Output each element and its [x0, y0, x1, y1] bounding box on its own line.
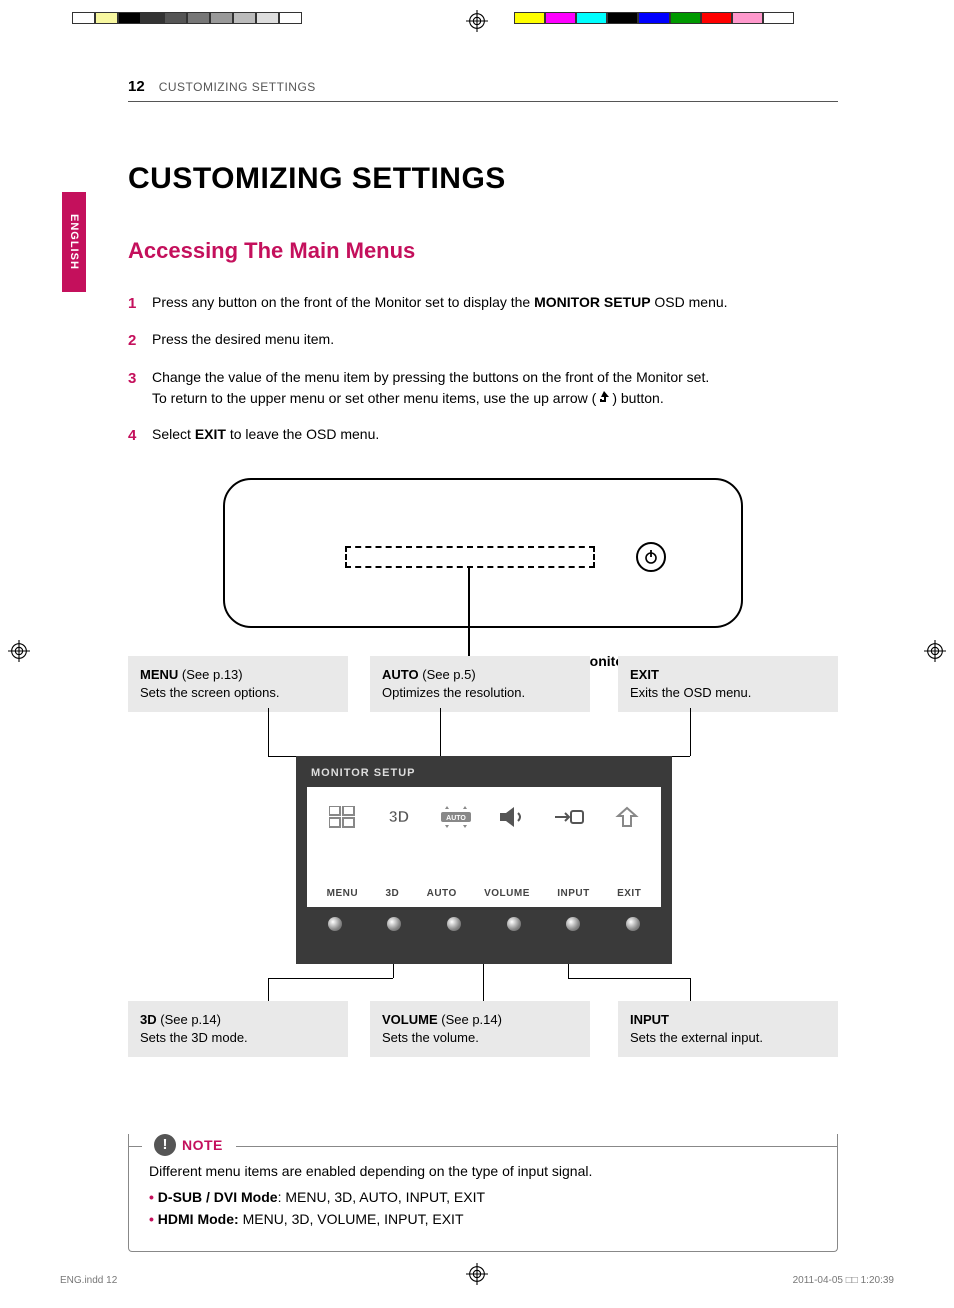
footer-right: 2011-04-05 □□ 1:20:39	[793, 1275, 894, 1286]
osd-physical-buttons	[299, 907, 669, 937]
monitor-buttons-outline	[345, 546, 595, 568]
osd-labels-row: MENU 3D AUTO VOLUME INPUT EXIT	[313, 888, 655, 899]
note-bullet-1: D-SUB / DVI Mode: MENU, 3D, AUTO, INPUT,…	[149, 1186, 817, 1208]
note-bullet-2: HDMI Mode: MENU, 3D, VOLUME, INPUT, EXIT	[149, 1208, 817, 1230]
up-arrow-return-icon	[596, 389, 612, 411]
osd-panel: MONITOR SETUP 3D AUTO MENU 3D AUTO VOLUM…	[296, 756, 672, 964]
registration-mark-icon	[924, 640, 946, 665]
registration-mark-icon	[466, 10, 488, 35]
running-head: 12 CUSTOMIZING SETTINGS	[128, 78, 838, 102]
svg-text:AUTO: AUTO	[446, 815, 466, 822]
monitor-diagram: Monitor set Buttons	[223, 478, 743, 628]
input-icon	[550, 801, 590, 833]
volume-icon	[493, 801, 533, 833]
page-title: CUSTOMIZING SETTINGS	[128, 162, 838, 196]
note-intro: Different menu items are enabled dependi…	[149, 1160, 817, 1182]
page-subtitle: Accessing The Main Menus	[128, 238, 838, 264]
osd-area: MENU (See p.13) Sets the screen options.…	[128, 656, 838, 1116]
menu-icon	[322, 801, 362, 833]
infobox-auto: AUTO (See p.5) Optimizes the resolution.	[370, 656, 590, 712]
3d-icon: 3D	[379, 801, 419, 833]
note-label: NOTE	[182, 1137, 223, 1153]
auto-icon: AUTO	[436, 801, 476, 833]
infobox-exit: EXIT Exits the OSD menu.	[618, 656, 838, 712]
step-2: 2 Press the desired menu item.	[128, 329, 838, 352]
infobox-menu: MENU (See p.13) Sets the screen options.	[128, 656, 348, 712]
exit-icon	[607, 801, 647, 833]
osd-header: MONITOR SETUP	[299, 759, 669, 787]
infobox-3d: 3D (See p.14) Sets the 3D mode.	[128, 1001, 348, 1057]
note-exclamation-icon: !	[154, 1134, 176, 1156]
print-footer: ENG.indd 12 2011-04-05 □□ 1:20:39	[60, 1275, 894, 1286]
section-label: CUSTOMIZING SETTINGS	[159, 80, 316, 94]
steps-list: 1 Press any button on the front of the M…	[128, 292, 838, 448]
infobox-volume: VOLUME (See p.14) Sets the volume.	[370, 1001, 590, 1057]
note-box: ! NOTE Different menu items are enabled …	[128, 1134, 838, 1252]
print-registration-top	[0, 8, 954, 28]
step-1: 1 Press any button on the front of the M…	[128, 292, 838, 315]
step-4: 4 Select EXIT to leave the OSD menu.	[128, 424, 838, 447]
svg-text:3D: 3D	[388, 809, 408, 826]
language-tab: ENGLISH	[62, 192, 86, 292]
power-icon	[636, 542, 666, 572]
step-3: 3 Change the value of the menu item by p…	[128, 367, 838, 411]
infobox-input: INPUT Sets the external input.	[618, 1001, 838, 1057]
registration-mark-icon	[8, 640, 30, 665]
footer-left: ENG.indd 12	[60, 1275, 117, 1286]
page-number: 12	[128, 78, 145, 95]
